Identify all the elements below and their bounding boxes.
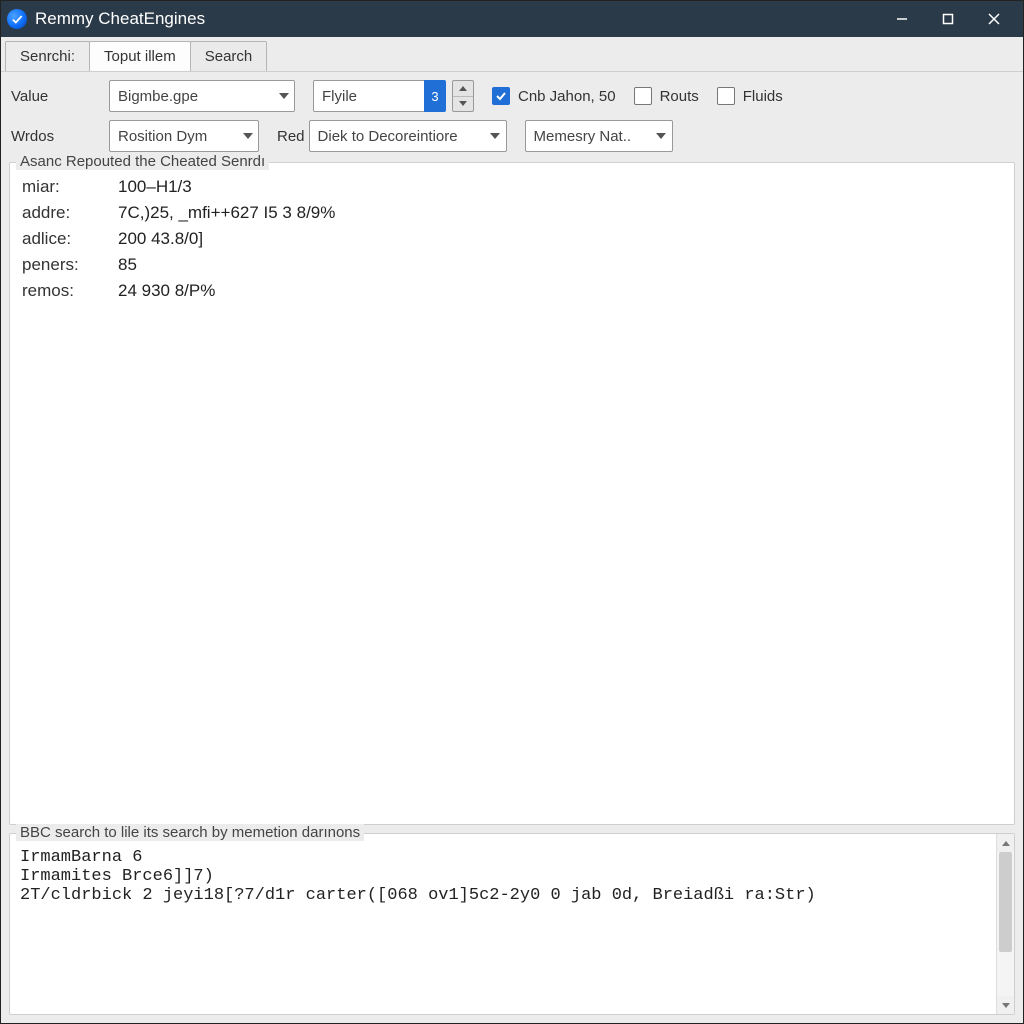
rosition-combo[interactable] xyxy=(109,120,259,152)
wrdos-label: Wrdos xyxy=(11,128,91,145)
num-badge[interactable]: 3 xyxy=(424,80,446,112)
chevron-down-icon xyxy=(651,121,671,151)
spinner-up[interactable] xyxy=(453,81,473,97)
spinner-down[interactable] xyxy=(453,97,473,112)
value-type-input[interactable] xyxy=(110,81,273,111)
scroll-down-icon[interactable] xyxy=(997,996,1014,1014)
diek-input[interactable] xyxy=(310,121,485,151)
rosition-input[interactable] xyxy=(110,121,238,151)
checkbox-empty-icon xyxy=(634,87,652,105)
flyile-combo[interactable] xyxy=(313,80,425,112)
result-row: addre:7C,)25, _mfi++627 I5 3 8/9% xyxy=(22,203,1002,223)
client-area: Senrchi: Toput illem Search Value 3 xyxy=(1,37,1023,1023)
value-type-combo[interactable] xyxy=(109,80,295,112)
routs-checkbox[interactable]: Routs xyxy=(634,87,699,105)
results-legend: Asanc Repouted the Cheated Senrdı xyxy=(16,153,269,170)
log-group: BBC search to lile its search by memetio… xyxy=(9,833,1015,1015)
minimize-button[interactable] xyxy=(879,1,925,37)
scroll-thumb[interactable] xyxy=(999,852,1012,952)
memory-combo[interactable] xyxy=(525,120,673,152)
memory-input[interactable] xyxy=(526,121,652,151)
toolbar: Value 3 xyxy=(1,71,1023,156)
app-icon xyxy=(7,9,27,29)
fluids-label: Fluids xyxy=(743,88,783,105)
toolbar-row-2: Wrdos Red xyxy=(11,120,1013,152)
result-row: remos:24 930 8/P% xyxy=(22,281,1002,301)
log-scrollbar[interactable] xyxy=(996,834,1014,1014)
checkbox-empty-icon xyxy=(717,87,735,105)
cnb-checkbox[interactable]: Cnb Jahon, 50 xyxy=(492,87,616,105)
red-label: Red xyxy=(277,128,305,145)
value-label: Value xyxy=(11,88,91,105)
log-legend: BBC search to lile its search by memetio… xyxy=(16,824,364,841)
titlebar: Remmy CheatEngines xyxy=(1,1,1023,37)
cnb-label: Cnb Jahon, 50 xyxy=(518,88,616,105)
window-title: Remmy CheatEngines xyxy=(35,9,205,29)
log-body[interactable]: IrmamBarna 6 Irmamites Brce6]]7) 2T/cldr… xyxy=(10,834,996,1014)
result-row: miar:100–H1/3 xyxy=(22,177,1002,197)
results-group: Asanc Repouted the Cheated Senrdı miar:1… xyxy=(9,162,1015,825)
app-window: Remmy CheatEngines Senrchi: Toput illem … xyxy=(0,0,1024,1024)
chevron-down-icon xyxy=(273,81,294,111)
maximize-button[interactable] xyxy=(925,1,971,37)
routs-label: Routs xyxy=(660,88,699,105)
checkbox-checked-icon xyxy=(492,87,510,105)
tab-strip: Senrchi: Toput illem Search xyxy=(1,37,1023,71)
chevron-down-icon xyxy=(484,121,505,151)
results-body: miar:100–H1/3 addre:7C,)25, _mfi++627 I5… xyxy=(10,163,1014,315)
result-row: peners:85 xyxy=(22,255,1002,275)
fluids-checkbox[interactable]: Fluids xyxy=(717,87,783,105)
scroll-track[interactable] xyxy=(997,852,1014,996)
tab-search[interactable]: Search xyxy=(190,41,268,71)
flyile-input[interactable] xyxy=(314,81,425,111)
chevron-down-icon xyxy=(238,121,258,151)
spinner[interactable] xyxy=(452,80,474,112)
scroll-up-icon[interactable] xyxy=(997,834,1014,852)
diek-combo[interactable] xyxy=(309,120,507,152)
result-row: adlice:200 43.8/0] xyxy=(22,229,1002,249)
toolbar-row-1: Value 3 xyxy=(11,80,1013,112)
close-button[interactable] xyxy=(971,1,1017,37)
tab-senrchi[interactable]: Senrchi: xyxy=(5,41,90,71)
tab-toput-illem[interactable]: Toput illem xyxy=(89,41,191,71)
